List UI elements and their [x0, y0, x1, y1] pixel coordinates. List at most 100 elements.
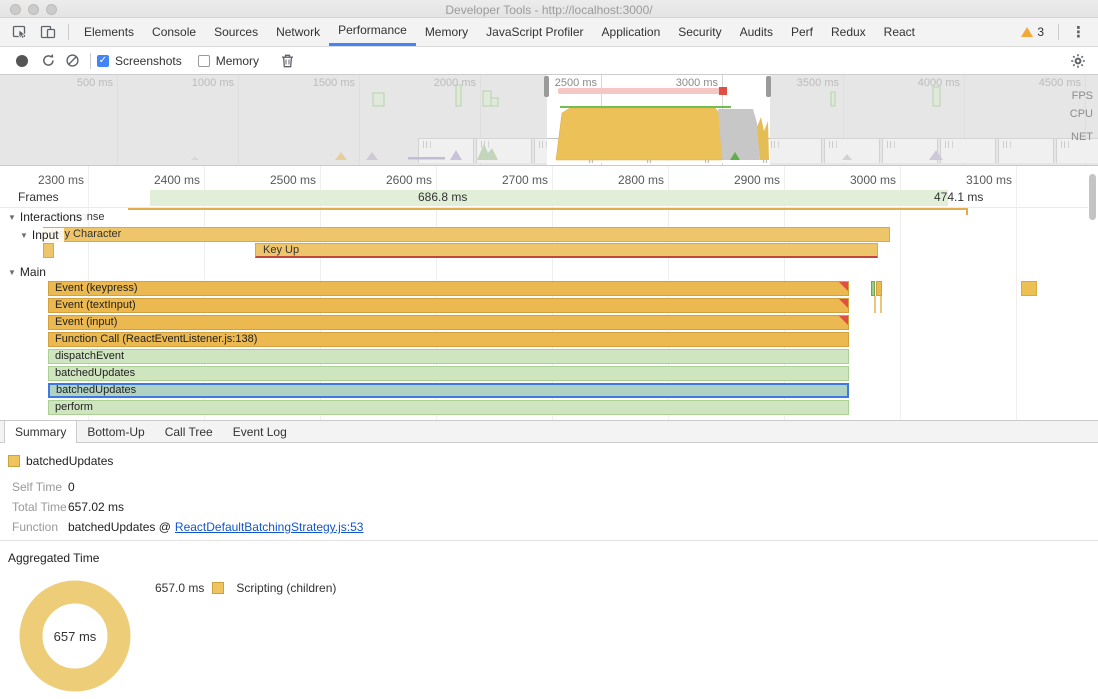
devtools-window: Developer Tools - http://localhost:3000/… — [0, 0, 1098, 699]
flame-bar-batchedupdates[interactable]: batchedUpdates — [48, 366, 849, 381]
tab-network[interactable]: Network — [267, 18, 329, 46]
interaction-small-bar[interactable] — [43, 243, 54, 258]
overview-dim-right — [770, 75, 1098, 165]
frames-row-label: Frames — [18, 190, 59, 204]
tab-call-tree[interactable]: Call Tree — [155, 421, 223, 442]
timeline-tick: 2400 ms — [153, 173, 200, 187]
small-task-bar[interactable] — [1021, 281, 1037, 296]
small-task-bar[interactable] — [871, 281, 875, 296]
legend-swatch-icon — [212, 582, 225, 594]
interaction-keyup-bar[interactable]: Key Up — [255, 243, 878, 258]
window-titlebar: Developer Tools - http://localhost:3000/ — [0, 0, 1098, 18]
legend-label: Scripting (children) — [236, 581, 337, 595]
total-time-label: Total Time — [12, 500, 67, 514]
tab-event-log[interactable]: Event Log — [223, 421, 297, 442]
flame-bar-event-keypress[interactable]: Event (keypress) — [48, 281, 849, 296]
main-section-header[interactable]: ▼ Main — [8, 265, 51, 279]
screenshots-label: Screenshots — [115, 53, 182, 68]
donut-center-label: 657 ms — [53, 628, 97, 644]
tab-sources[interactable]: Sources — [205, 18, 267, 46]
memory-label: Memory — [215, 53, 260, 68]
trash-icon[interactable] — [275, 50, 299, 72]
more-options-icon[interactable]: ⋮ — [1065, 23, 1092, 41]
flame-bar-batchedupdates-selected[interactable]: batchedUpdates — [48, 383, 849, 398]
tab-security[interactable]: Security — [669, 18, 730, 46]
tab-performance[interactable]: Performance — [329, 18, 416, 46]
timeline-tick: 2700 ms — [501, 173, 548, 187]
self-time-row: Self Time 0 — [12, 480, 75, 494]
chevron-down-icon: ▼ — [20, 231, 28, 240]
devtools-tabbar: Elements Console Sources Network Perform… — [0, 18, 1098, 47]
long-task-corner-icon — [839, 316, 848, 325]
frame-duration: 474.1 ms — [934, 190, 984, 204]
interactions-section-header[interactable]: ▼ Interactions — [8, 210, 87, 224]
tab-elements[interactable]: Elements — [75, 18, 143, 46]
small-task-bar[interactable] — [880, 296, 882, 313]
flame-bar-perform[interactable]: perform — [48, 400, 849, 415]
settings-gear-icon[interactable] — [1066, 50, 1090, 72]
aggregated-time-donut: 657 ms — [17, 578, 133, 694]
performance-toolbar: ✓ Screenshots Memory — [0, 47, 1098, 75]
long-task-corner-icon — [839, 282, 848, 291]
timeline-tick: 2900 ms — [733, 173, 780, 187]
reload-and-profile-icon[interactable] — [36, 50, 60, 72]
flame-chart-area[interactable]: 2300 ms 2400 ms 2500 ms 2600 ms 2700 ms … — [0, 166, 1098, 420]
screenshots-checkbox[interactable]: ✓ — [97, 54, 109, 67]
tab-javascript-profiler[interactable]: JavaScript Profiler — [477, 18, 592, 46]
frame-bar[interactable] — [150, 190, 948, 206]
interaction-response-bar[interactable] — [128, 208, 968, 210]
clear-icon[interactable] — [60, 50, 84, 72]
interaction-input-bar[interactable]: Key Character — [43, 227, 890, 242]
aggregated-legend: 657.0 ms Scripting (children) — [155, 581, 336, 595]
tab-redux[interactable]: Redux — [822, 18, 875, 46]
tab-memory[interactable]: Memory — [416, 18, 477, 46]
flame-bar-event-input[interactable]: Event (input) — [48, 315, 849, 330]
timeline-tick: 2500 ms — [269, 173, 316, 187]
tab-application[interactable]: Application — [593, 18, 670, 46]
tab-summary[interactable]: Summary — [4, 421, 78, 443]
tab-bottom-up[interactable]: Bottom-Up — [77, 421, 154, 442]
function-label: Function — [12, 520, 59, 534]
timeline-tick: 3000 ms — [849, 173, 896, 187]
function-source-link[interactable]: ReactDefaultBatchingStrategy.js:53 — [175, 520, 364, 534]
summary-panel: batchedUpdates Self Time 0 Total Time 65… — [0, 443, 1098, 699]
tab-react[interactable]: React — [875, 18, 924, 46]
tab-audits[interactable]: Audits — [731, 18, 782, 46]
aggregated-time-title: Aggregated Time — [8, 551, 100, 565]
summary-divider — [0, 540, 1098, 541]
input-section-header[interactable]: ▼ Input — [20, 228, 64, 242]
function-name: batchedUpdates @ — [68, 520, 171, 534]
selection-left-handle[interactable] — [544, 76, 549, 97]
inspect-element-icon[interactable] — [7, 21, 33, 43]
flame-bar-function-call[interactable]: Function Call (ReactEventListener.js:138… — [48, 332, 849, 347]
record-button[interactable] — [16, 54, 28, 67]
overview-tick: 3000 ms — [675, 77, 718, 89]
fps-lane-label: FPS — [1071, 90, 1093, 102]
timeline-overview[interactable]: 500 ms 1000 ms 1500 ms 2000 ms 2500 ms 3… — [0, 75, 1098, 166]
total-time-row: Total Time 657.02 ms — [12, 500, 124, 514]
selection-right-handle[interactable] — [766, 76, 771, 97]
memory-checkbox[interactable] — [197, 54, 210, 67]
warning-count[interactable]: 3 — [1037, 25, 1044, 39]
tab-perf[interactable]: Perf — [782, 18, 822, 46]
tabbar-divider-right — [1058, 24, 1059, 40]
net-lane-label: NET — [1071, 131, 1093, 143]
chevron-down-icon: ▼ — [8, 213, 16, 222]
summary-title-row: batchedUpdates — [8, 454, 113, 468]
small-task-bar[interactable] — [874, 296, 876, 313]
device-toolbar-icon[interactable] — [35, 21, 61, 43]
warning-triangle-icon[interactable] — [1021, 27, 1034, 37]
tab-console[interactable]: Console — [143, 18, 205, 46]
detail-tabbar: Summary Bottom-Up Call Tree Event Log — [0, 420, 1098, 443]
legend-value: 657.0 ms — [155, 581, 205, 595]
flame-bar-event-textinput[interactable]: Event (textInput) — [48, 298, 849, 313]
long-task-corner-icon — [839, 299, 848, 308]
small-task-bar[interactable] — [876, 281, 882, 296]
total-time-value: 657.02 ms — [68, 500, 125, 514]
self-time-value: 0 — [68, 480, 75, 494]
function-row: Function batchedUpdates @ ReactDefaultBa… — [12, 520, 363, 534]
vertical-scrollbar[interactable] — [1089, 174, 1096, 220]
flame-bar-dispatchevent[interactable]: dispatchEvent — [48, 349, 849, 364]
timeline-tick: 2800 ms — [617, 173, 664, 187]
frame-duration: 686.8 ms — [418, 190, 468, 204]
